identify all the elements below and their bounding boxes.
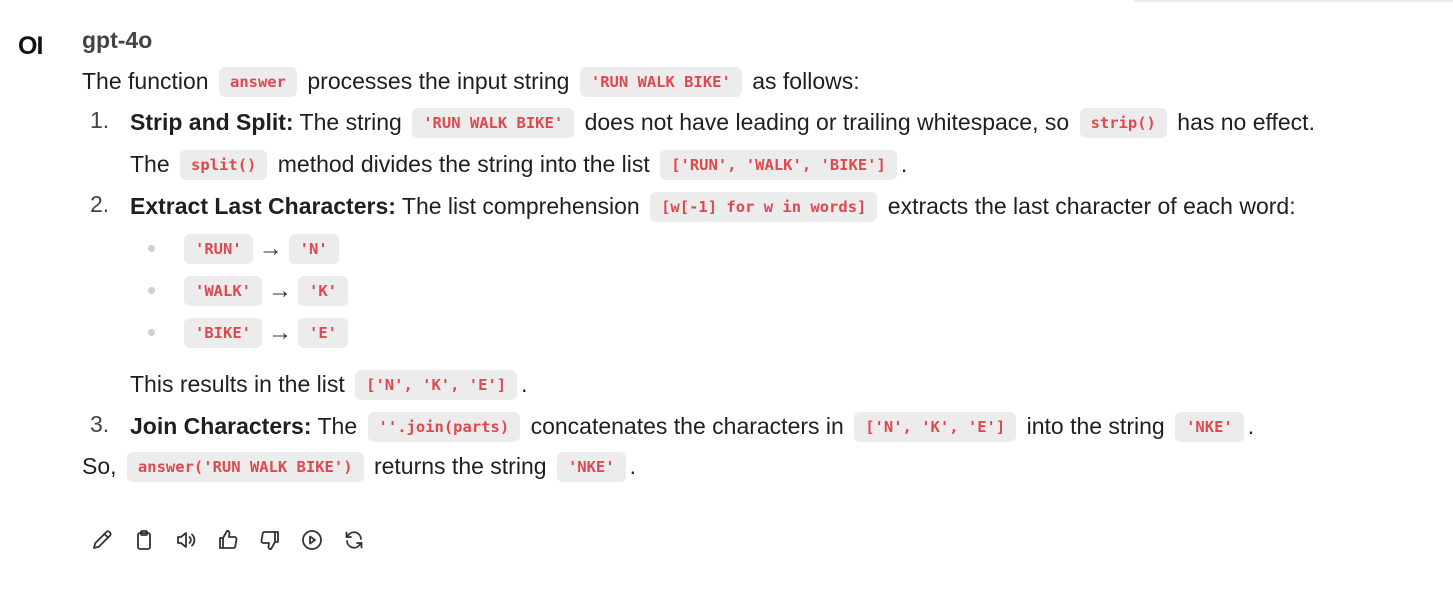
inline-code: ['RUN', 'WALK', 'BIKE'] — [660, 150, 897, 180]
inline-code: 'NKE' — [1175, 412, 1244, 442]
step-text: method divides the string into the list — [277, 151, 650, 177]
intro-text: The function — [82, 68, 209, 94]
bullet-dot — [148, 287, 155, 294]
assistant-message: The function answer processes the input … — [82, 62, 1442, 486]
step-text: . — [1247, 413, 1255, 439]
step-text: The string — [299, 109, 402, 135]
model-name: gpt-4o — [82, 27, 153, 53]
step-text: . — [900, 151, 908, 177]
thumbs-down-icon — [260, 531, 279, 550]
step-item: 1. Strip and Split: The string 'RUN WALK… — [82, 101, 1442, 185]
summary-text: returns the string — [373, 453, 547, 479]
step-text: into the string — [1026, 413, 1165, 439]
step-text: has no effect. — [1177, 109, 1315, 135]
summary-text: . — [629, 453, 636, 479]
inline-code: ['N', 'K', 'E'] — [854, 412, 1017, 442]
step-text: does not have leading or trailing whites… — [584, 109, 1070, 135]
intro-text: as follows: — [752, 68, 860, 94]
intro-paragraph: The function answer processes the input … — [82, 62, 1442, 101]
inline-code: ['N', 'K', 'E'] — [355, 370, 518, 400]
bullet-dot — [148, 329, 155, 336]
continue-icon — [302, 530, 322, 550]
bullet-dot — [148, 245, 155, 252]
top-panel-shadow — [1133, 0, 1453, 3]
thumbs-down-button[interactable] — [256, 526, 284, 554]
edit-button[interactable] — [88, 526, 116, 554]
steps-list: 1. Strip and Split: The string 'RUN WALK… — [82, 101, 1442, 447]
arrow-icon: → — [268, 319, 292, 346]
step-text: The list comprehension — [401, 193, 640, 219]
inline-code: ''.join(parts) — [367, 412, 521, 442]
inline-code: 'WALK' — [184, 276, 262, 306]
step-title: Strip and Split: — [130, 109, 294, 135]
continue-button[interactable] — [298, 526, 326, 554]
inline-code: 'RUN WALK BIKE' — [412, 108, 575, 138]
inline-code: answer('RUN WALK BIKE') — [126, 452, 364, 482]
step-line: Join Characters: The ''.join(parts) conc… — [130, 405, 1442, 447]
regenerate-button[interactable] — [340, 526, 368, 554]
inline-code: 'RUN' — [184, 234, 253, 264]
summary-text: So, — [82, 453, 117, 479]
step-line: The split() method divides the string in… — [130, 143, 1442, 185]
message-actions — [88, 526, 368, 554]
step-line: This results in the list ['N', 'K', 'E']… — [130, 363, 1442, 405]
list-item: 'BIKE' → 'E' — [130, 311, 1442, 353]
arrow-icon: → — [268, 277, 292, 304]
step-item: 2. Extract Last Characters: The list com… — [82, 185, 1442, 405]
step-text: The — [317, 413, 358, 439]
step-line: Strip and Split: The string 'RUN WALK BI… — [130, 101, 1442, 143]
inline-code: answer — [218, 67, 297, 97]
list-item: 'RUN' → 'N' — [130, 227, 1442, 269]
regenerate-icon — [345, 531, 363, 549]
inline-code: 'RUN WALK BIKE' — [579, 67, 742, 97]
step-title: Join Characters: — [130, 413, 312, 439]
intro-text: processes the input string — [307, 68, 570, 94]
step-item: 3. Join Characters: The ''.join(parts) c… — [82, 405, 1442, 447]
step-text: . — [521, 371, 528, 397]
step-title: Extract Last Characters: — [130, 193, 396, 219]
inline-code: 'E' — [298, 318, 348, 348]
step-text: This results in the list — [130, 371, 345, 397]
step-text: The — [130, 151, 170, 177]
edit-icon — [93, 530, 112, 549]
step-number: 3. — [90, 411, 110, 437]
copy-icon — [137, 530, 151, 550]
read-aloud-button[interactable] — [172, 526, 200, 554]
inline-code: strip() — [1079, 108, 1167, 138]
bullet-list: 'RUN' → 'N' 'WALK' → 'K' 'BIKE' → 'E' — [130, 227, 1442, 353]
inline-code: [w[-1] for w in words] — [650, 192, 878, 222]
inline-code: 'NKE' — [556, 452, 626, 482]
step-number: 1. — [90, 107, 110, 133]
thumbs-up-button[interactable] — [214, 526, 242, 554]
step-line: Extract Last Characters: The list compre… — [130, 185, 1442, 227]
inline-code: 'K' — [298, 276, 348, 306]
inline-code: 'BIKE' — [184, 318, 262, 348]
summary-paragraph: So, answer('RUN WALK BIKE') returns the … — [82, 447, 1442, 486]
step-number: 2. — [90, 191, 110, 217]
copy-button[interactable] — [130, 526, 158, 554]
list-item: 'WALK' → 'K' — [130, 269, 1442, 311]
model-avatar: OI — [18, 32, 43, 60]
inline-code: split() — [180, 150, 268, 180]
read-aloud-icon — [177, 532, 196, 548]
inline-code: 'N' — [288, 234, 339, 264]
thumbs-up-icon — [219, 530, 238, 549]
step-text: extracts the last character of each word… — [887, 193, 1296, 219]
step-text: concatenates the characters in — [530, 413, 844, 439]
arrow-icon: → — [258, 235, 283, 262]
